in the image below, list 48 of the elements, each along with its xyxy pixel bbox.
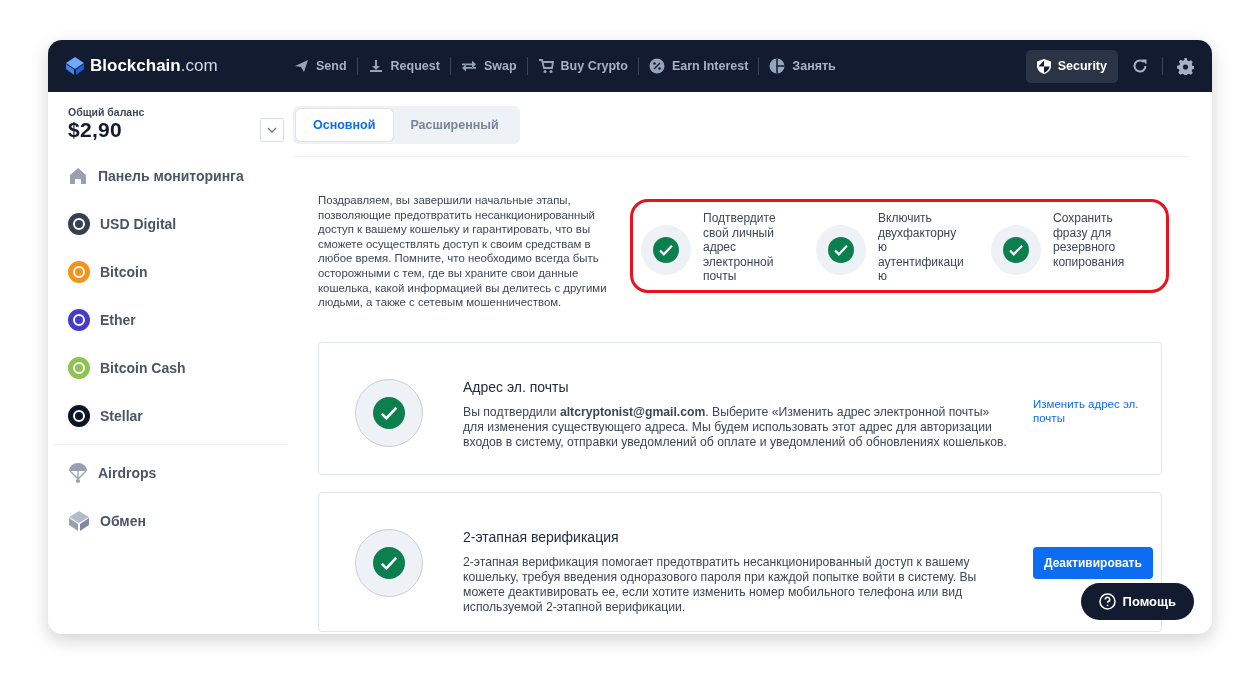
sidebar-item[interactable]: USD Digital <box>68 200 288 248</box>
change-email-link[interactable]: Изменить адрес эл. почты <box>1033 396 1143 425</box>
help-button[interactable]: Помощь <box>1080 583 1194 620</box>
settings-icon[interactable] <box>1177 57 1194 75</box>
nav-link[interactable]: Earn Interest <box>638 58 759 74</box>
sidebar-item[interactable]: Панель мониторинга <box>68 152 288 200</box>
coin-icon <box>68 213 90 235</box>
cube-icon <box>68 510 90 532</box>
nav-link[interactable]: Buy Crypto <box>527 58 638 74</box>
security-button[interactable]: Security <box>1025 49 1118 83</box>
tab[interactable]: Основной <box>296 109 394 141</box>
balance-label: Общий баланс <box>68 106 146 118</box>
nav-link[interactable]: Send <box>283 58 357 74</box>
coin-icon <box>68 309 90 331</box>
step-label: Сохранить фразу для резервного копирования <box>1053 211 1126 269</box>
home-icon <box>68 166 88 186</box>
nav-link[interactable]: Request <box>357 58 450 74</box>
step-label: Подтвердите свой личный адрес электронной почты <box>703 211 777 284</box>
coin-icon <box>68 261 90 283</box>
help-icon <box>1098 593 1116 610</box>
balance-amount: $2,90 <box>68 118 123 142</box>
card-description: Вы подтвердили altcryptonist@gmail.com. Выберите «Изменить адрес электронной почты» для изменения существующего адреса. Мы будем использовать этот адрес для авторизации входов в систему, отправки уведомлений об оплате и уведомлений об обновлениях кошельков. <box>463 404 1008 450</box>
sidebar-item[interactable]: Ether <box>68 296 288 344</box>
sidebar-item[interactable]: Bitcoin <box>68 248 288 296</box>
swap-icon <box>460 58 477 74</box>
intro-text: Поздравляем, вы завершили начальные этапы, позволяющие предотвратить несанкционированный доступ к вашему кошельку и гарантировать, что вы сможете осуществлять доступ к своим средствам в любое время. Помните, что необходимо всегда быть осторожными с тем, где вы храните свои данные кошелька, какой информацией вы делитесь с другими людьми, а также с сетевым мошенничеством. <box>318 193 608 310</box>
logo-text: Blockchain.com <box>90 56 218 76</box>
deactivate-button[interactable]: Деактивировать <box>1033 546 1153 579</box>
request-icon <box>367 58 384 74</box>
logo-icon <box>66 57 84 75</box>
nav-link[interactable]: Занять <box>759 58 846 74</box>
step-label: Включить двухфакторную аутентификацию <box>878 211 964 284</box>
cart-icon <box>537 58 554 74</box>
sidebar-item[interactable]: Stellar <box>68 392 288 440</box>
send-icon <box>293 58 309 74</box>
sidebar-item[interactable]: Bitcoin Cash <box>68 344 288 392</box>
coin-icon <box>68 405 90 427</box>
refresh-icon[interactable] <box>1132 58 1148 74</box>
card-description: 2-этапная верификация помогает предотвратить несанкционированный доступ к вашему кошельку, требуя введения одноразового пароля при каждой попытке войти в систему. Вы можете деактивировать ее, если хотите изменить номер мобильного телефона или вид используемой 2-этапной верификации. <box>463 554 978 615</box>
parachute-icon <box>68 462 88 484</box>
shield-icon <box>1036 58 1051 74</box>
card-title: Адрес эл. почты <box>463 378 570 395</box>
chevron-down-icon <box>267 127 277 133</box>
sidebar-item[interactable]: Обмен <box>68 497 288 545</box>
sidebar-item[interactable]: Airdrops <box>68 449 288 497</box>
coin-icon <box>68 357 90 379</box>
card-title: 2-этапная верификация <box>463 528 620 545</box>
nav-link[interactable]: Swap <box>450 58 527 74</box>
